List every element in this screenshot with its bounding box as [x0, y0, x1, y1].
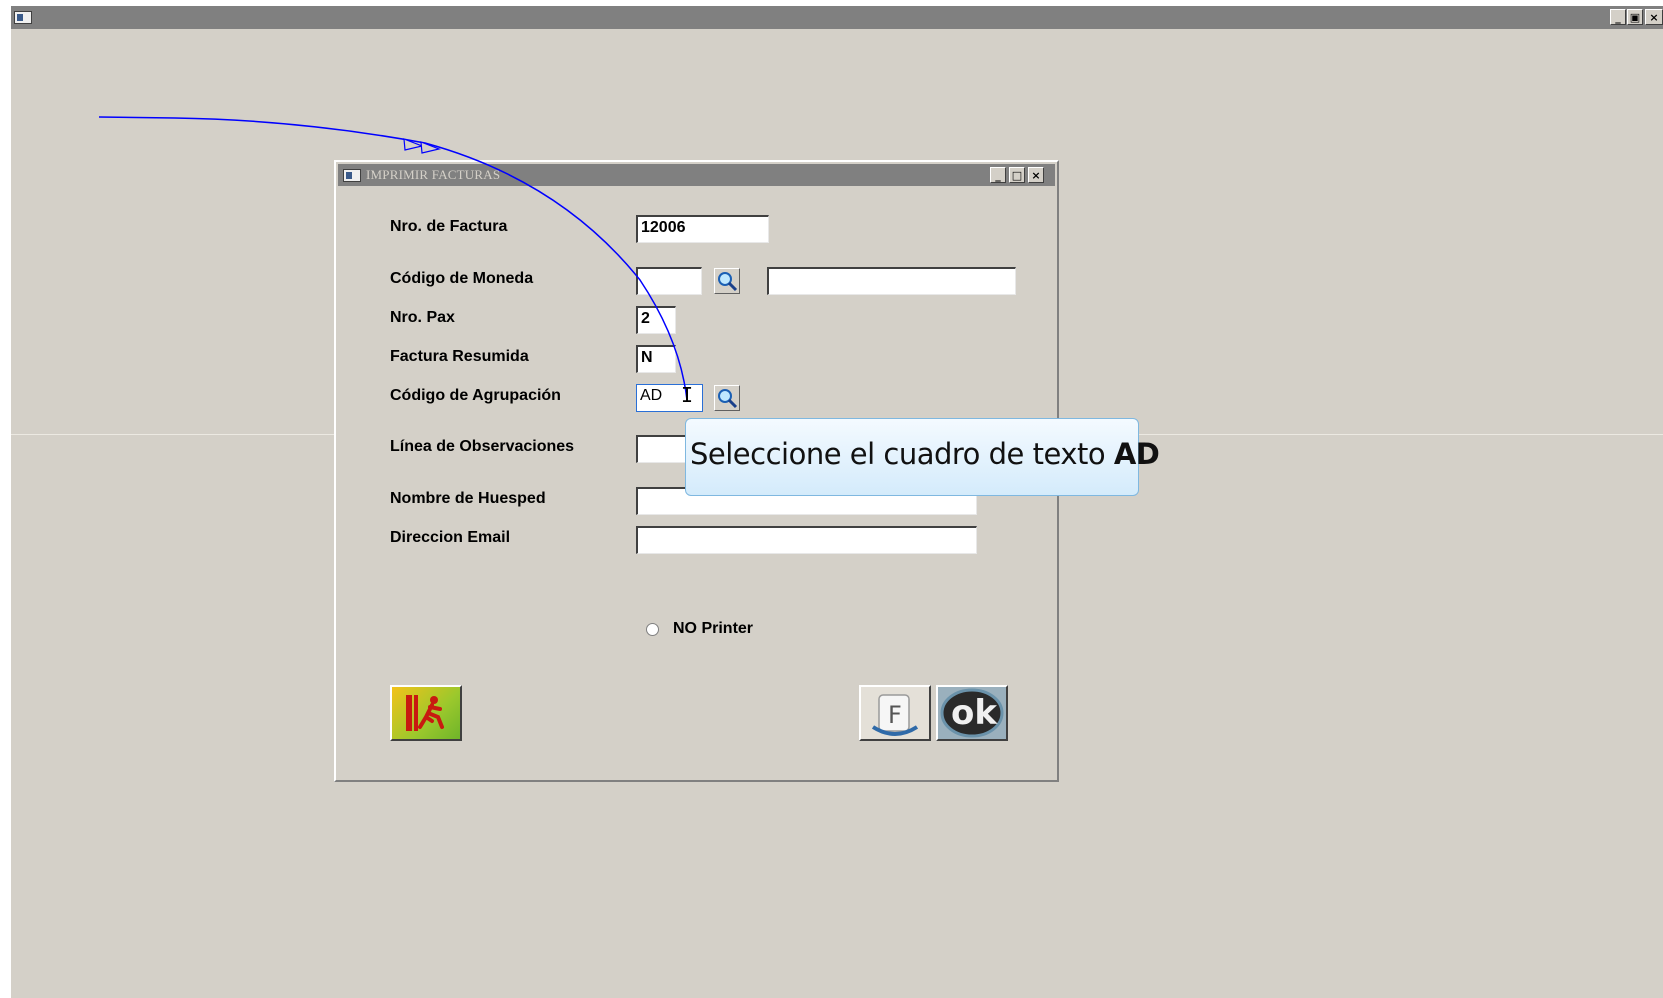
tooltip-text: Seleccione el cuadro de texto	[690, 437, 1114, 471]
tooltip-target: AD	[1113, 437, 1160, 471]
direccion-email-input[interactable]	[636, 526, 977, 554]
nro-pax-input[interactable]: 2	[636, 306, 676, 334]
codigo-moneda-input[interactable]	[636, 267, 702, 295]
direccion-email-label: Direccion Email	[390, 529, 511, 546]
linea-observaciones-label: Línea de Observaciones	[390, 438, 575, 455]
app-titlebar: _ ▣ ×	[11, 6, 1663, 29]
factura-resumida-input[interactable]: N	[636, 345, 676, 373]
dialog-minimize-button[interactable]: _	[990, 167, 1006, 183]
factura-resumida-label: Factura Resumida	[390, 348, 529, 365]
codigo-moneda-label: Código de Moneda	[390, 270, 534, 287]
nombre-huesped-label: Nombre de Huesped	[390, 490, 546, 507]
app-close-button[interactable]: ×	[1645, 9, 1663, 25]
app-restore-button[interactable]: ▣	[1627, 9, 1643, 25]
f-button-label: F	[888, 701, 902, 729]
nro-pax-label: Nro. Pax	[390, 309, 455, 326]
ok-button-label: ok	[951, 693, 997, 733]
app-system-icon[interactable]	[14, 11, 32, 24]
exit-running-man-icon	[406, 695, 444, 731]
moneda-description-field[interactable]	[767, 267, 1016, 295]
nro-factura-input[interactable]: 12006	[636, 215, 769, 243]
app-minimize-button[interactable]: _	[1610, 9, 1626, 25]
nro-factura-label: Nro. de Factura	[390, 218, 508, 235]
dialog-maximize-button[interactable]: □	[1009, 167, 1025, 183]
moneda-search-icon[interactable]	[714, 268, 740, 294]
dialog-title: IMPRIMIR FACTURAS	[366, 167, 501, 182]
dialog-system-icon[interactable]	[343, 169, 361, 182]
codigo-agrupacion-label: Código de Agrupación	[390, 387, 561, 404]
agrupacion-search-icon[interactable]	[714, 385, 740, 411]
ok-button[interactable]: ok	[936, 685, 1008, 741]
dialog-close-button[interactable]: ×	[1028, 167, 1044, 183]
no-printer-radio[interactable]	[646, 623, 659, 636]
exit-button[interactable]	[390, 685, 462, 741]
f-button[interactable]: F	[859, 685, 931, 741]
no-printer-label[interactable]: NO Printer	[673, 620, 753, 638]
hint-tooltip: Seleccione el cuadro de texto AD	[685, 418, 1160, 496]
dialog-titlebar: IMPRIMIR FACTURAS _ □ ×	[338, 164, 1055, 186]
text-cursor-icon: I	[681, 383, 694, 407]
